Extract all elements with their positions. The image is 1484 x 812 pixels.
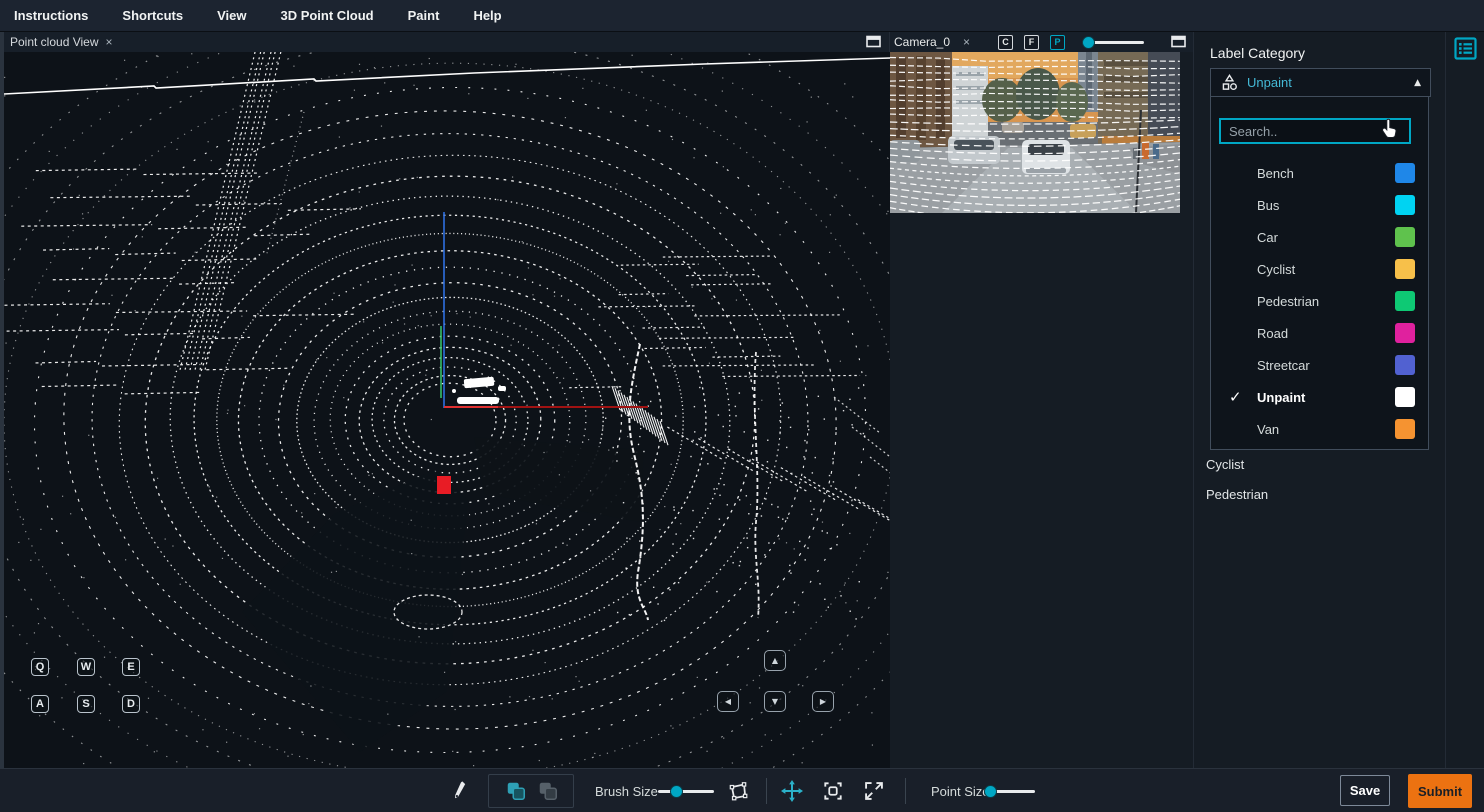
menu-item-shortcuts[interactable]: Shortcuts — [122, 8, 183, 23]
right-tool-rail — [1445, 32, 1484, 768]
menu-item-3d-point-cloud[interactable]: 3D Point Cloud — [280, 8, 373, 23]
close-icon[interactable]: × — [963, 36, 970, 48]
frame-label-pedestrian[interactable]: Pedestrian — [1206, 487, 1268, 502]
pan-down-button[interactable]: ▼ — [764, 691, 786, 712]
workspace: Point cloud View × Q W E A S D ▲ ◀ ▼ ▶ Camera_0 … — [0, 32, 1484, 768]
category-color-swatch — [1395, 259, 1415, 279]
menu-item-view[interactable]: View — [217, 8, 246, 23]
category-row-bench[interactable]: Bench — [1211, 157, 1428, 189]
label-list-icon[interactable] — [1454, 37, 1477, 60]
category-row-road[interactable]: Road — [1211, 317, 1428, 349]
search-input[interactable] — [1219, 118, 1411, 144]
point-cloud-panel-header: Point cloud View × — [4, 32, 889, 52]
camera-tab[interactable]: Camera_0 × — [894, 35, 970, 49]
category-shapes-icon — [1220, 73, 1239, 92]
key-s-button[interactable]: S — [77, 695, 95, 713]
move-tool-icon[interactable] — [781, 780, 803, 802]
menu-item-instructions[interactable]: Instructions — [14, 8, 88, 23]
frame-label-cyclist[interactable]: Cyclist — [1206, 457, 1244, 472]
category-color-swatch — [1395, 323, 1415, 343]
camera-image[interactable] — [890, 52, 1180, 213]
key-q-button[interactable]: Q — [31, 658, 49, 676]
category-label: Unpaint — [1257, 390, 1395, 405]
close-icon[interactable]: × — [106, 36, 113, 48]
category-row-cyclist[interactable]: Cyclist — [1211, 253, 1428, 285]
pan-left-button[interactable]: ◀ — [717, 691, 739, 712]
brush-tool-icon[interactable] — [450, 780, 472, 802]
category-color-swatch — [1395, 387, 1415, 407]
point-cloud-panel: Point cloud View × Q W E A S D ▲ ◀ ▼ ▶ — [4, 32, 890, 768]
key-e-button[interactable]: E — [122, 658, 140, 676]
expand-view-icon[interactable] — [863, 780, 885, 802]
label-category-title: Label Category — [1210, 45, 1305, 61]
camera-area: Camera_0 × CFP — [890, 32, 1193, 768]
slider-knob[interactable] — [1082, 36, 1095, 49]
category-label: Road — [1257, 326, 1395, 341]
bottom-toolbar: Brush Size — [0, 768, 1484, 812]
save-button[interactable]: Save — [1340, 775, 1390, 806]
category-label: Car — [1257, 230, 1395, 245]
key-d-button[interactable]: D — [122, 695, 140, 713]
category-row-bus[interactable]: Bus — [1211, 189, 1428, 221]
copy-previous-icon[interactable] — [505, 780, 527, 802]
camera-mode-c-button[interactable]: C — [998, 35, 1013, 50]
check-icon: ✓ — [1229, 388, 1257, 406]
category-label: Bus — [1257, 198, 1395, 213]
category-color-swatch — [1395, 419, 1415, 439]
camera-mode-buttons: CFP — [998, 35, 1076, 50]
category-label: Cyclist — [1257, 262, 1395, 277]
category-row-van[interactable]: Van — [1211, 413, 1428, 445]
category-label: Van — [1257, 422, 1395, 437]
camera-mode-p-button[interactable]: P — [1050, 35, 1065, 50]
menu-item-paint[interactable]: Paint — [408, 8, 440, 23]
menu-item-help[interactable]: Help — [473, 8, 501, 23]
camera-tab-title: Camera_0 — [894, 35, 950, 49]
brush-size-label: Brush Size — [595, 784, 658, 799]
submit-button[interactable]: Submit — [1408, 774, 1472, 808]
category-label: Bench — [1257, 166, 1395, 181]
camera-mode-f-button[interactable]: F — [1024, 35, 1039, 50]
category-label: Streetcar — [1257, 358, 1395, 373]
category-dropdown[interactable]: Unpaint ▲ — [1210, 68, 1431, 97]
pan-up-button[interactable]: ▲ — [764, 650, 786, 671]
copy-next-icon[interactable] — [537, 780, 559, 802]
category-row-unpaint[interactable]: ✓Unpaint — [1211, 381, 1428, 413]
category-row-pedestrian[interactable]: Pedestrian — [1211, 285, 1428, 317]
category-color-swatch — [1395, 163, 1415, 183]
category-list: Bench Bus Car Cyclist Pedestrian Road Streetca… — [1211, 157, 1428, 445]
pan-right-button[interactable]: ▶ — [812, 691, 834, 712]
category-color-swatch — [1395, 355, 1415, 375]
maximize-icon[interactable] — [866, 35, 881, 48]
slider-knob[interactable] — [984, 785, 997, 798]
menu-bar: Instructions Shortcuts View 3D Point Cloud P… — [0, 0, 1484, 32]
category-row-car[interactable]: Car — [1211, 221, 1428, 253]
category-color-swatch — [1395, 291, 1415, 311]
point-size-label: Point Size — [931, 784, 990, 799]
slider-knob[interactable] — [670, 785, 683, 798]
category-color-swatch — [1395, 195, 1415, 215]
selected-category: Unpaint — [1247, 75, 1414, 90]
polygon-tool-icon[interactable] — [727, 780, 749, 802]
maximize-icon[interactable] — [1171, 35, 1186, 48]
camera-panel-header: Camera_0 × CFP — [890, 32, 1193, 52]
category-row-streetcar[interactable]: Streetcar — [1211, 349, 1428, 381]
category-label: Pedestrian — [1257, 294, 1395, 309]
category-dropdown-panel: Bench Bus Car Cyclist Pedestrian Road Streetca… — [1210, 97, 1429, 450]
camera-zoom-slider[interactable] — [1082, 35, 1144, 49]
point-cloud-panel-title: Point cloud View — [10, 35, 99, 49]
key-a-button[interactable]: A — [31, 695, 49, 713]
slider-track — [658, 790, 714, 793]
point-cloud-viewport[interactable]: Q W E A S D ▲ ◀ ▼ ▶ — [4, 52, 890, 768]
brush-size-slider[interactable] — [658, 784, 714, 798]
key-w-button[interactable]: W — [77, 658, 95, 676]
fit-view-icon[interactable] — [822, 780, 844, 802]
category-color-swatch — [1395, 227, 1415, 247]
copy-paint-group — [488, 774, 574, 808]
point-size-slider[interactable] — [985, 784, 1035, 798]
app-window: Instructions Shortcuts View 3D Point Cloud P… — [0, 0, 1484, 812]
chevron-up-icon[interactable]: ▲ — [1414, 78, 1421, 88]
label-sidebar: Label Category Unpaint ▲ Bench Bus Car Cycl… — [1193, 32, 1445, 768]
